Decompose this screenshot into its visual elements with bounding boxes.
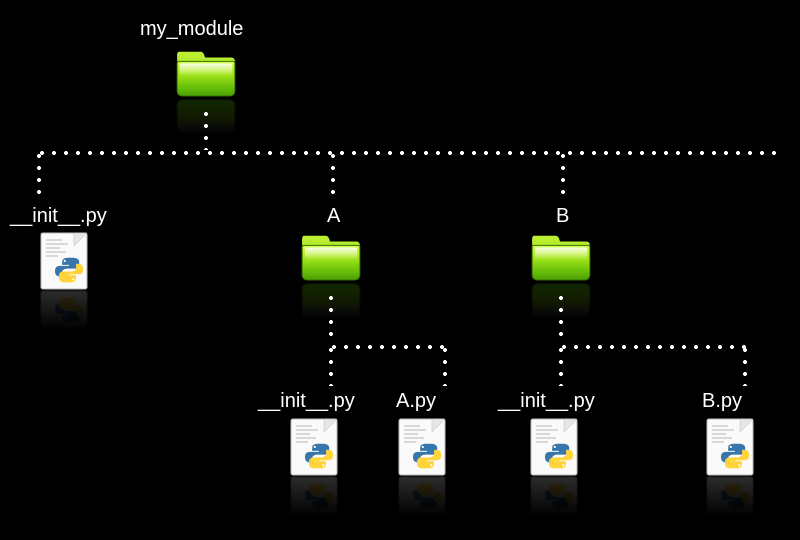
pyfile-reflection (398, 476, 446, 534)
python-file-icon (398, 418, 446, 476)
pyfile-reflection (530, 476, 578, 534)
folder-icon (300, 230, 362, 282)
connector (560, 150, 566, 200)
folder-A-label: A (327, 205, 340, 228)
connector (330, 150, 336, 200)
connector (558, 292, 564, 344)
python-file-icon (290, 418, 338, 476)
B-init-label: __init__.py (498, 390, 595, 413)
B-file-label: B.py (702, 390, 742, 413)
pyfile-reflection (40, 290, 88, 348)
connector (742, 344, 748, 386)
python-file-icon (530, 418, 578, 476)
root-folder-label: my_module (140, 18, 243, 41)
connector (442, 344, 448, 386)
pyfile-reflection (290, 476, 338, 534)
folder-B-label: B (556, 205, 569, 228)
connector (328, 344, 448, 350)
connector (558, 344, 564, 386)
A-file-label: A.py (396, 390, 436, 413)
connector (558, 344, 748, 350)
A-init-label: __init__.py (258, 390, 355, 413)
folder-icon (175, 46, 237, 98)
python-file-icon (40, 232, 88, 290)
connector (36, 150, 776, 156)
folder-icon (530, 230, 592, 282)
connector (328, 292, 334, 344)
pyfile-reflection (706, 476, 754, 534)
connector (36, 150, 42, 200)
connector (328, 344, 334, 386)
python-file-icon (706, 418, 754, 476)
root-init-label: __init__.py (10, 205, 107, 228)
connector (203, 108, 209, 150)
